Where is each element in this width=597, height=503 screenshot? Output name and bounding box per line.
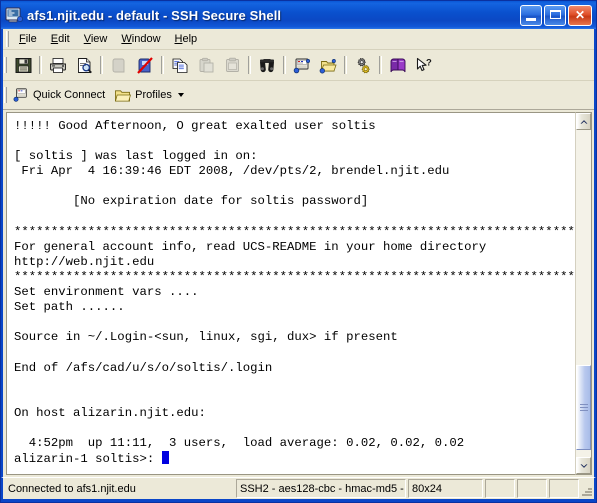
save-button[interactable] [11, 54, 35, 76]
toolbar-drag-grip[interactable] [4, 57, 7, 73]
menu-item-file[interactable]: File [12, 31, 44, 47]
print-preview-button[interactable] [72, 54, 96, 76]
scrollbar-thumb[interactable] [576, 365, 591, 451]
menu-drag-grip[interactable] [6, 31, 9, 47]
terminal-scrollbar[interactable] [575, 112, 592, 475]
scrollbar-grip-icon [579, 404, 588, 412]
scrollbar-track[interactable] [576, 130, 591, 457]
connect-button [107, 54, 131, 76]
status-size: 80x24 [408, 479, 483, 498]
help-book-icon[interactable] [386, 54, 410, 76]
disconnect-button[interactable] [133, 54, 157, 76]
status-panel-6 [549, 479, 579, 498]
profiles-button[interactable]: Profiles [111, 85, 190, 105]
terminal-text: !!!!! Good Afternoon, O great exalted us… [14, 119, 575, 450]
title-bar[interactable]: afs1.njit.edu - default - SSH Secure She… [1, 1, 596, 29]
resize-grip-icon[interactable] [580, 479, 594, 498]
toolbar-separator [248, 56, 251, 74]
scroll-up-button[interactable] [576, 113, 591, 130]
quick-connect-label: Quick Connect [33, 89, 106, 101]
arrow-question-icon[interactable]: ? [412, 54, 436, 76]
copy-button[interactable] [168, 54, 192, 76]
toolbar-separator [379, 56, 382, 74]
quick-connect-toolbar: Quick Connect Profiles [3, 81, 594, 110]
ssh-secure-shell-window: afs1.njit.edu - default - SSH Secure She… [0, 0, 597, 503]
terminal-output[interactable]: !!!!! Good Afternoon, O great exalted us… [7, 113, 575, 474]
profiles-label: Profiles [135, 89, 172, 101]
gears-icon[interactable] [351, 54, 375, 76]
scroll-down-button[interactable] [576, 457, 591, 474]
menu-item-edit[interactable]: Edit [44, 31, 77, 47]
close-button[interactable]: ✕ [568, 4, 592, 26]
clipboard-button [220, 54, 244, 76]
paste-button [194, 54, 218, 76]
menu-item-view[interactable]: View [77, 31, 115, 47]
folder-icon [114, 88, 132, 103]
window-title: afs1.njit.edu - default - SSH Secure She… [27, 7, 282, 23]
toolbar-separator [39, 56, 42, 74]
quick-connect-button[interactable]: Quick Connect [10, 85, 111, 105]
menu-item-window[interactable]: Window [114, 31, 167, 47]
toolbar-separator [100, 56, 103, 74]
menu-item-help[interactable]: Help [168, 31, 205, 47]
minimize-button[interactable] [520, 4, 542, 26]
new-terminal-button[interactable] [290, 54, 314, 76]
main-toolbar: ? [3, 50, 594, 81]
terminal-window-icon [5, 6, 23, 24]
maximize-button[interactable] [544, 4, 566, 26]
client-area: File Edit View Window Help ? Quick Conne… [1, 29, 596, 477]
toolbar-separator [344, 56, 347, 74]
quickconnect-drag-grip[interactable] [4, 87, 7, 103]
file-transfer-button[interactable] [316, 54, 340, 76]
chevron-down-icon[interactable] [177, 93, 184, 97]
status-connection: Connected to afs1.njit.edu [8, 482, 136, 495]
terminal-frame: !!!!! Good Afternoon, O great exalted us… [6, 112, 575, 475]
terminal-container: !!!!! Good Afternoon, O great exalted us… [3, 110, 594, 477]
status-panel-5 [517, 479, 547, 498]
terminal-prompt: alizarin-1 soltis>: [14, 452, 162, 467]
toolbar-separator [161, 56, 164, 74]
menu-bar: File Edit View Window Help [3, 29, 594, 50]
status-cipher: SSH2 - aes128-cbc - hmac-md5 - none [236, 479, 406, 498]
toolbar-separator [283, 56, 286, 74]
print-button[interactable] [46, 54, 70, 76]
status-bar: Connected to afs1.njit.edu SSH2 - aes128… [1, 477, 596, 502]
quick-connect-icon [13, 87, 29, 103]
svg-text:?: ? [426, 57, 432, 68]
window-controls: ✕ [520, 4, 594, 26]
status-panel-4 [485, 479, 515, 498]
terminal-cursor [161, 451, 169, 465]
binoculars-icon[interactable] [255, 54, 279, 76]
